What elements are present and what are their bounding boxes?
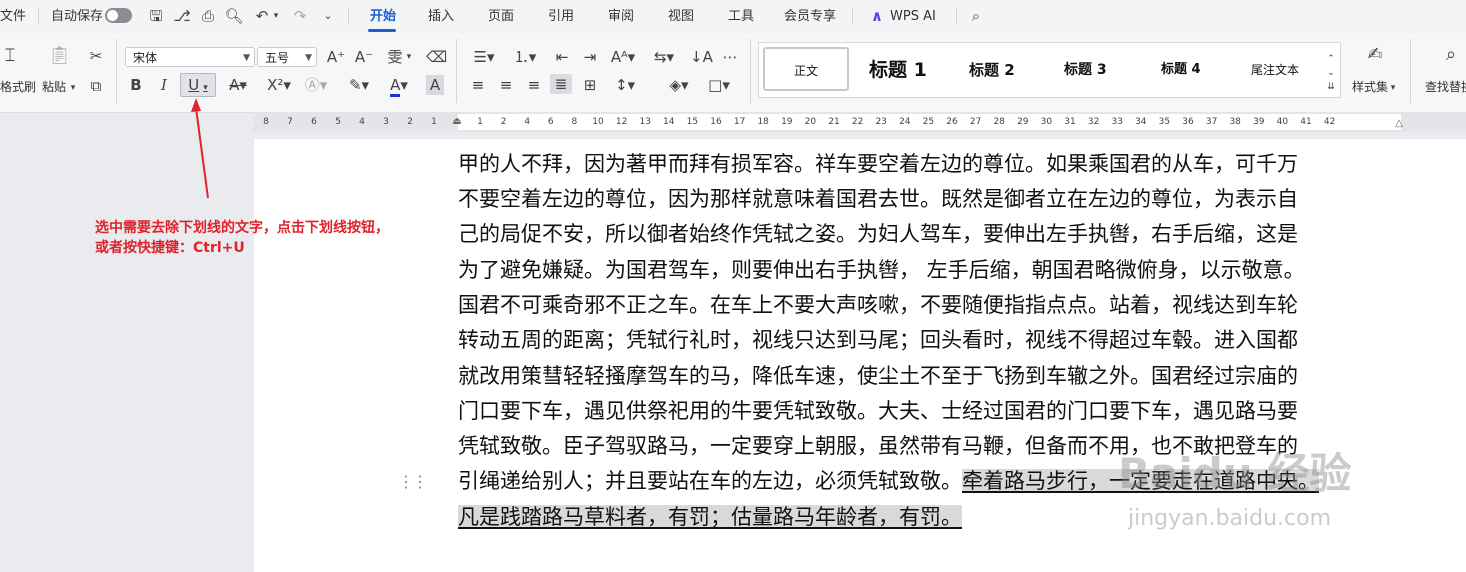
annotation-text: 选中需要去除下划线的文字，点击下划线按钮， 或者按快捷键：Ctrl+U [95, 218, 389, 258]
annotation-line-1: 选中需要去除下划线的文字，点击下划线按钮， [95, 220, 389, 236]
annotation-line-2: 或者按快捷键：Ctrl+U [95, 240, 245, 256]
watermark-logo: Baidu 经验 [1118, 449, 1352, 498]
watermark-url: jingyan.baidu.com [1128, 506, 1332, 531]
